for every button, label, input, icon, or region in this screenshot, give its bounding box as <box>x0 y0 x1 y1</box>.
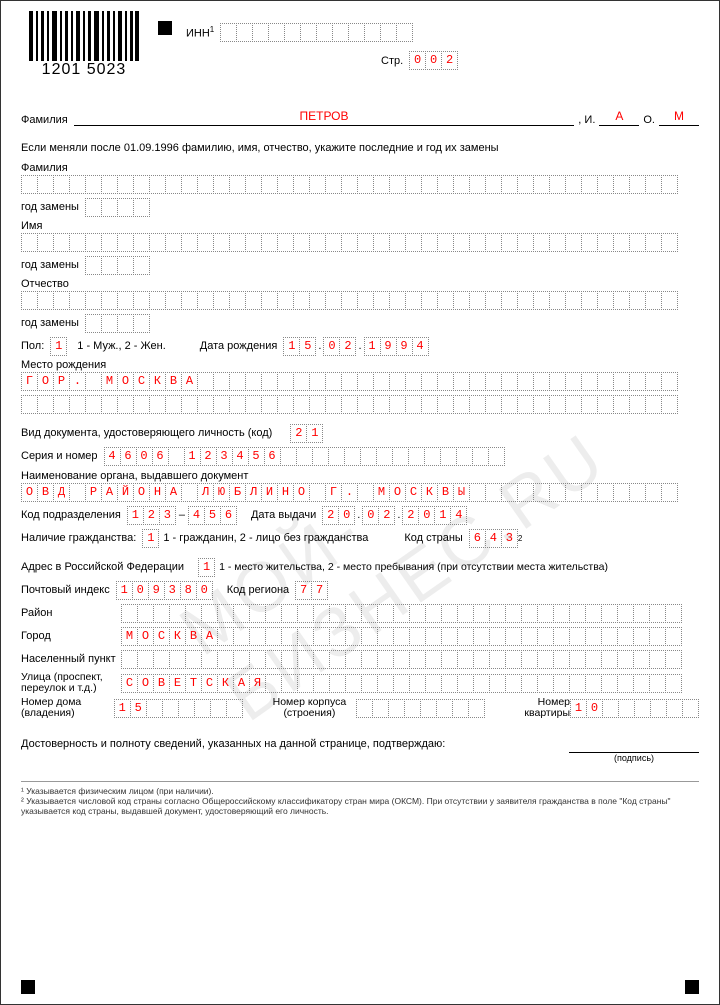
building-cells[interactable] <box>356 699 485 718</box>
issue-year[interactable]: 2014 <box>402 506 467 525</box>
inn-field: ИНН1 <box>186 23 413 42</box>
birthplace-line2[interactable] <box>21 395 678 414</box>
country-code-cells[interactable]: 643 <box>469 529 518 548</box>
prev-surname-cells[interactable] <box>21 175 678 194</box>
barcode-number: 1201 5023 <box>29 61 139 79</box>
name-change-header: Если меняли после 01.09.1996 фамилию, им… <box>21 142 693 154</box>
house-cells[interactable]: 15 <box>114 699 243 718</box>
issue-day[interactable]: 20 <box>322 506 355 525</box>
marker-square <box>158 21 172 35</box>
sex-dob-row: Пол: 1 1 - Муж., 2 - Жен. Дата рождения … <box>21 336 699 356</box>
citizenship-cell[interactable]: 1 <box>142 529 159 548</box>
marker-square <box>21 980 35 994</box>
settlement-cells[interactable] <box>121 650 682 669</box>
doc-kind-cells[interactable]: 21 <box>290 424 323 443</box>
marker-square <box>685 980 699 994</box>
footnote-1: ¹ Указывается физическим лицом (при нали… <box>21 786 699 796</box>
city-cells[interactable]: МОСКВА <box>121 627 682 646</box>
surname-value[interactable]: ПЕТРОВ <box>74 109 575 126</box>
name-row: Фамилия ПЕТРОВ , И. А О. М <box>21 109 699 126</box>
prev-surname-year[interactable] <box>85 198 150 217</box>
prev-patronymic-year[interactable] <box>85 314 150 333</box>
prev-name-year[interactable] <box>85 256 150 275</box>
address-type-cell[interactable]: 1 <box>198 558 215 577</box>
flat-cells[interactable]: 10 <box>570 699 699 718</box>
prev-name-cells[interactable] <box>21 233 678 252</box>
dept-code-a[interactable]: 123 <box>127 506 176 525</box>
issuer-cells[interactable]: ОВД РАЙОНА ЛЮБЛИНО Г. МОСКВЫ <box>21 483 678 502</box>
inn-cells[interactable] <box>220 23 413 42</box>
barcode-icon <box>29 11 139 61</box>
initial-o[interactable]: М <box>659 109 699 126</box>
confirm-text: Достоверность и полноту сведений, указан… <box>21 738 563 750</box>
birthplace-line1[interactable]: ГОР. МОСКВА <box>21 372 678 391</box>
page-number: Стр. 002 <box>381 51 458 70</box>
zip-cells[interactable]: 109380 <box>116 581 213 600</box>
dob-month[interactable]: 02 <box>323 337 356 356</box>
signature-line[interactable] <box>569 738 699 753</box>
sex-cell[interactable]: 1 <box>50 337 67 356</box>
initial-i[interactable]: А <box>599 109 639 126</box>
dob-year[interactable]: 1994 <box>364 337 429 356</box>
footnote-2: ² Указывается числовой код страны соглас… <box>21 796 699 816</box>
doc-serial-cells[interactable]: 4606 123456 <box>104 447 505 466</box>
region-cells[interactable]: 77 <box>295 581 328 600</box>
district-cells[interactable] <box>121 604 682 623</box>
page-cells: 002 <box>409 51 458 70</box>
barcode: 1201 5023 <box>29 11 139 79</box>
dob-day[interactable]: 15 <box>283 337 316 356</box>
dept-code-b[interactable]: 456 <box>188 506 237 525</box>
street-cells[interactable]: СОВЕТСКАЯ <box>121 674 682 693</box>
issue-month[interactable]: 02 <box>362 506 395 525</box>
prev-patronymic-cells[interactable] <box>21 291 678 310</box>
form-page: МОЙ-БИЗНЕС.RU 1201 5023 ИНН1 Стр. 002 <box>0 0 720 1005</box>
